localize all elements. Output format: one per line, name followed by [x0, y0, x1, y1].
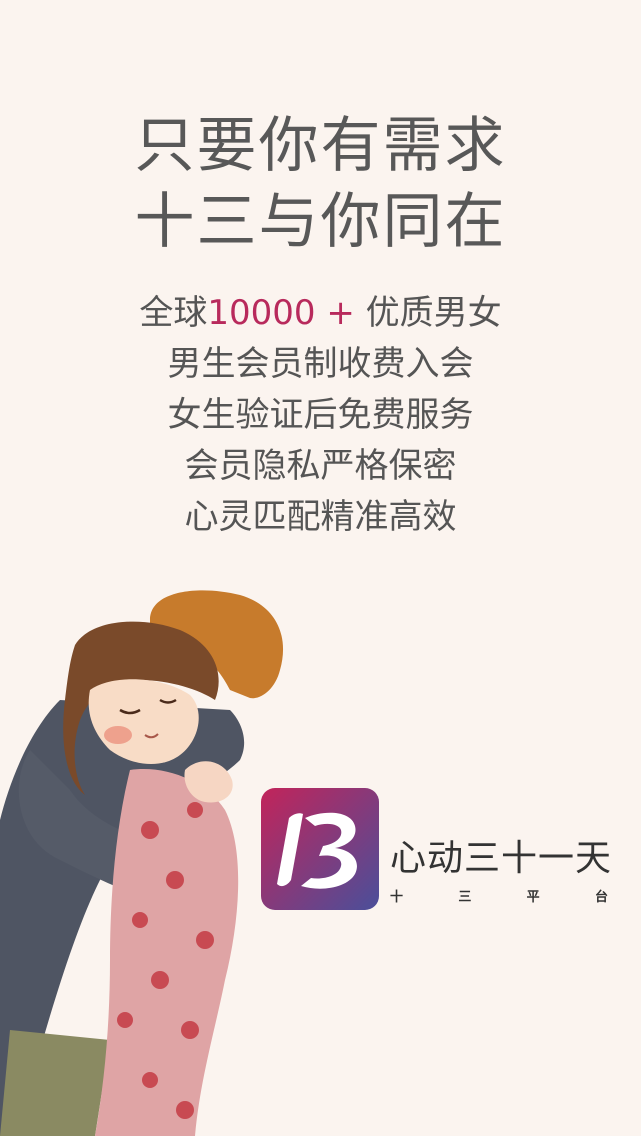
headline-line-1: 只要你有需求 [134, 111, 507, 181]
brand-subtitle-char: 台 [594, 890, 608, 905]
brand-name: 心动三十一天 [390, 838, 613, 879]
headline-line-2: 十三与你同在 [134, 187, 507, 257]
feature-list: 全球10000 + 优质男女 男生会员制收费入会 女生验证后免费服务 会员隐私严… [0, 288, 641, 543]
brand-subtitle-char: 平 [526, 890, 540, 905]
man-pants [0, 1030, 110, 1136]
brand-subtitle-char: 十 [390, 890, 404, 905]
feature-line-2: 男生会员制收费入会 [167, 344, 474, 384]
feature-line-1-prefix: 全球 [139, 293, 208, 333]
feature-line-3: 女生验证后免费服务 [167, 395, 474, 435]
brand-subtitle: 十 三 平 台 [390, 888, 608, 908]
hugging-couple-illustration [0, 590, 284, 1136]
member-count-highlight: 10000 + [207, 293, 355, 333]
app-logo-icon [261, 788, 379, 910]
feature-line-1: 全球10000 + 优质男女 [0, 288, 641, 339]
brand-subtitle-char: 三 [458, 890, 472, 905]
headline: 只要你有需求 十三与你同在 [0, 108, 641, 260]
feature-line-5: 心灵匹配精准高效 [184, 497, 457, 537]
feature-line-4: 会员隐私严格保密 [184, 446, 457, 486]
woman-cheek [104, 726, 132, 744]
feature-line-1-suffix: 优质男女 [354, 293, 502, 333]
